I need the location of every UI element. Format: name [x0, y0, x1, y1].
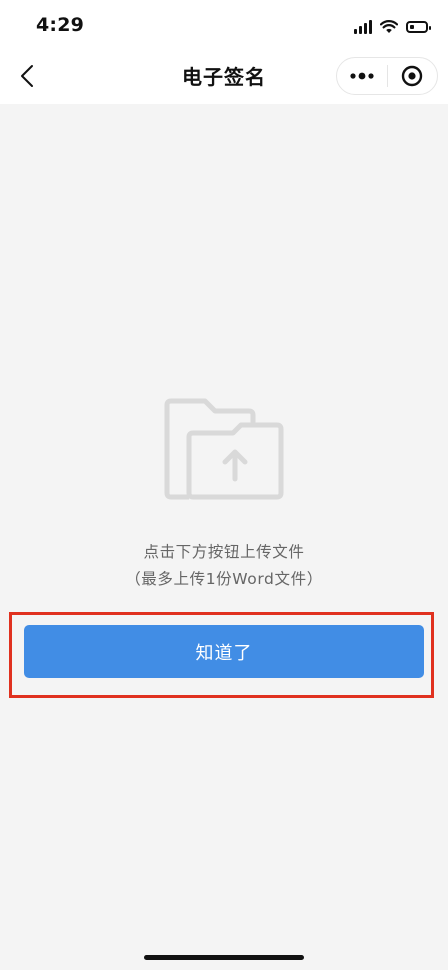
hint-text-secondary: （最多上传1份Word文件）	[125, 570, 323, 588]
got-it-button[interactable]: 知道了	[24, 625, 424, 678]
signal-icon	[354, 20, 372, 34]
folder-upload-icon	[164, 398, 284, 500]
mini-program-capsule	[336, 57, 438, 95]
wifi-icon	[380, 20, 398, 33]
home-indicator[interactable]	[144, 955, 304, 960]
status-time: 4:29	[36, 14, 85, 36]
close-button[interactable]	[387, 58, 437, 94]
status-icons	[354, 18, 431, 36]
more-dots-icon	[350, 72, 374, 80]
target-circle-icon	[402, 65, 423, 87]
battery-level	[410, 25, 414, 29]
top-bar: 4:29 电子签名	[0, 0, 448, 104]
more-button[interactable]	[337, 58, 387, 94]
hint-text-primary: 点击下方按钮上传文件	[143, 543, 305, 561]
battery-icon	[406, 21, 431, 33]
